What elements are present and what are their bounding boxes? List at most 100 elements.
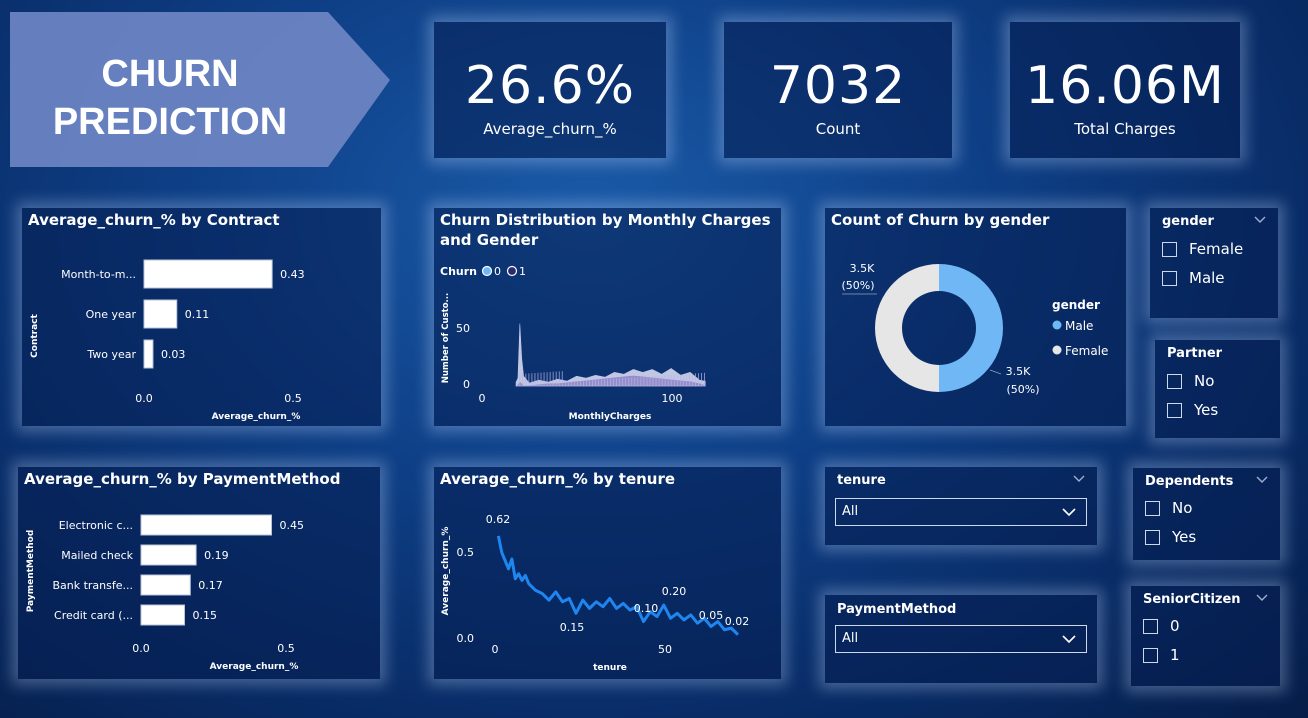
kpi-label: Total Charges [1074,120,1176,138]
chart-gender[interactable]: Count of Churn by gender 3.5K (50%) 3.5K… [825,208,1126,426]
data-label: 0.19 [204,549,229,562]
axis-label-x: Average_churn_% [210,662,299,672]
legend-item: 0 [494,265,501,278]
slicer-partner[interactable]: Partner No Yes [1155,340,1280,438]
axis-label-y: Number of Custo... [441,293,451,383]
donut-slice-female [875,264,939,392]
option-label: 1 [1170,646,1180,664]
checkbox[interactable] [1145,500,1160,516]
slicer-option-no[interactable]: No [1167,372,1214,390]
slicer-option-0[interactable]: 0 [1143,617,1180,635]
payment-method-dropdown[interactable]: All [835,625,1087,653]
monthly-charges-area-chart: Churn 0 1 Number of Custo... 50 0 0 100 … [440,265,706,422]
legend-marker-1 [506,265,518,277]
slicer-option-yes[interactable]: Yes [1145,528,1196,546]
slicer-title: Dependents [1145,474,1234,489]
payment-bar-chart: PaymentMethod Electronic c... 0.45 Mailed … [26,514,305,672]
kpi-value: 26.6% [464,56,636,116]
checkbox[interactable] [1167,402,1182,418]
category-label: Mailed check [61,549,133,562]
chevron-down-icon[interactable] [1254,216,1266,224]
data-label: 3.5K [1006,365,1031,378]
data-label: (50%) [1006,383,1039,396]
bar [143,299,178,329]
chevron-down-icon[interactable] [1256,476,1268,484]
axis-label-x: MonthlyCharges [569,412,652,422]
legend-title: gender [1052,298,1100,312]
axis-label-y: Average_churn_% [441,527,451,616]
kpi-value: 7032 [769,56,907,116]
legend-marker-male [1052,320,1062,330]
slicer-gender[interactable]: gender Female Male [1150,208,1278,318]
slicer-option-1[interactable]: 1 [1143,646,1180,664]
chart-tenure[interactable]: Average_churn_% by tenure Average_churn_… [434,467,781,679]
slicer-title: PaymentMethod [837,602,957,617]
legend-marker-0 [481,265,493,277]
kpi-label: Count [815,120,861,138]
axis-tick: 0.5 [277,642,295,655]
chevron-down-icon [1062,635,1076,644]
data-label: 0.15 [560,621,585,634]
axis-tick: 0.0 [135,392,153,405]
slicer-tenure[interactable]: tenure All [825,467,1097,545]
checkbox[interactable] [1162,241,1177,257]
legend-item: 1 [519,265,526,278]
slicer-option-female[interactable]: Female [1162,240,1243,258]
slicer-option-male[interactable]: Male [1162,269,1225,287]
slicer-dependents[interactable]: Dependents No Yes [1133,468,1280,560]
checkbox[interactable] [1162,270,1177,286]
bar [140,604,185,626]
area-series-0 [515,323,706,387]
checkbox[interactable] [1145,529,1160,545]
kpi-card-total-charges: 16.06M Total Charges [1010,22,1240,158]
data-label: 0.62 [486,513,511,526]
bar [140,544,197,566]
legend-marker-female [1052,345,1062,355]
slicer-title: SeniorCitizen [1143,592,1241,607]
axis-tick: 0.5 [457,546,475,559]
option-label: Female [1189,240,1244,258]
slicer-title: gender [1162,214,1214,229]
slicer-option-yes[interactable]: Yes [1167,401,1218,419]
axis-label-y: PaymentMethod [26,530,36,613]
data-label: 0.03 [161,348,186,361]
legend-item: Female [1065,344,1108,358]
bar [143,339,154,369]
checkbox[interactable] [1143,618,1158,634]
kpi-value: 16.06M [1025,56,1225,116]
checkbox[interactable] [1167,373,1182,389]
legend-title: Churn [440,265,477,278]
data-label: 0.20 [662,585,687,598]
checkbox[interactable] [1143,647,1158,663]
axis-tick: 0.0 [132,642,150,655]
tenure-dropdown[interactable]: All [835,498,1087,526]
chevron-down-icon [1062,508,1076,517]
category-label: Month-to-m... [61,268,136,281]
axis-label-x: tenure [593,663,627,673]
slicer-option-no[interactable]: No [1145,499,1192,517]
axis-tick: 0 [479,392,486,405]
chevron-down-icon[interactable] [1256,594,1268,602]
option-label: 0 [1170,617,1180,635]
axis-tick: 100 [662,392,683,405]
slicer-payment-method[interactable]: PaymentMethod All [825,595,1097,683]
slicer-senior-citizen[interactable]: SeniorCitizen 0 1 [1131,586,1280,686]
title-banner: CHURN PREDICTION [10,12,390,167]
bar [143,259,273,289]
axis-tick: 0.0 [457,632,475,645]
axis-label-y: Contract [30,313,40,357]
data-label: 0.10 [634,602,659,615]
tenure-line-chart: Average_churn_% 0.5 0.0 0.62 0.15 0.100.20… [441,513,749,673]
chart-contract[interactable]: Average_churn_% by Contract Contract Mon… [22,208,381,426]
data-label: 0.17 [198,579,223,592]
chart-monthly-charges[interactable]: Churn Distribution by Monthly Charges an… [434,208,781,426]
category-label: Bank transfe... [52,579,133,592]
option-label: Male [1189,269,1225,287]
axis-label-x: Average_churn_% [212,412,301,422]
chart-payment-method[interactable]: Average_churn_% by PaymentMethod Payment… [18,467,380,679]
dropdown-value: All [842,631,859,646]
data-label: 0.45 [280,519,305,532]
chevron-down-icon[interactable] [1073,475,1085,483]
option-label: Yes [1172,528,1197,546]
bar [140,574,191,596]
